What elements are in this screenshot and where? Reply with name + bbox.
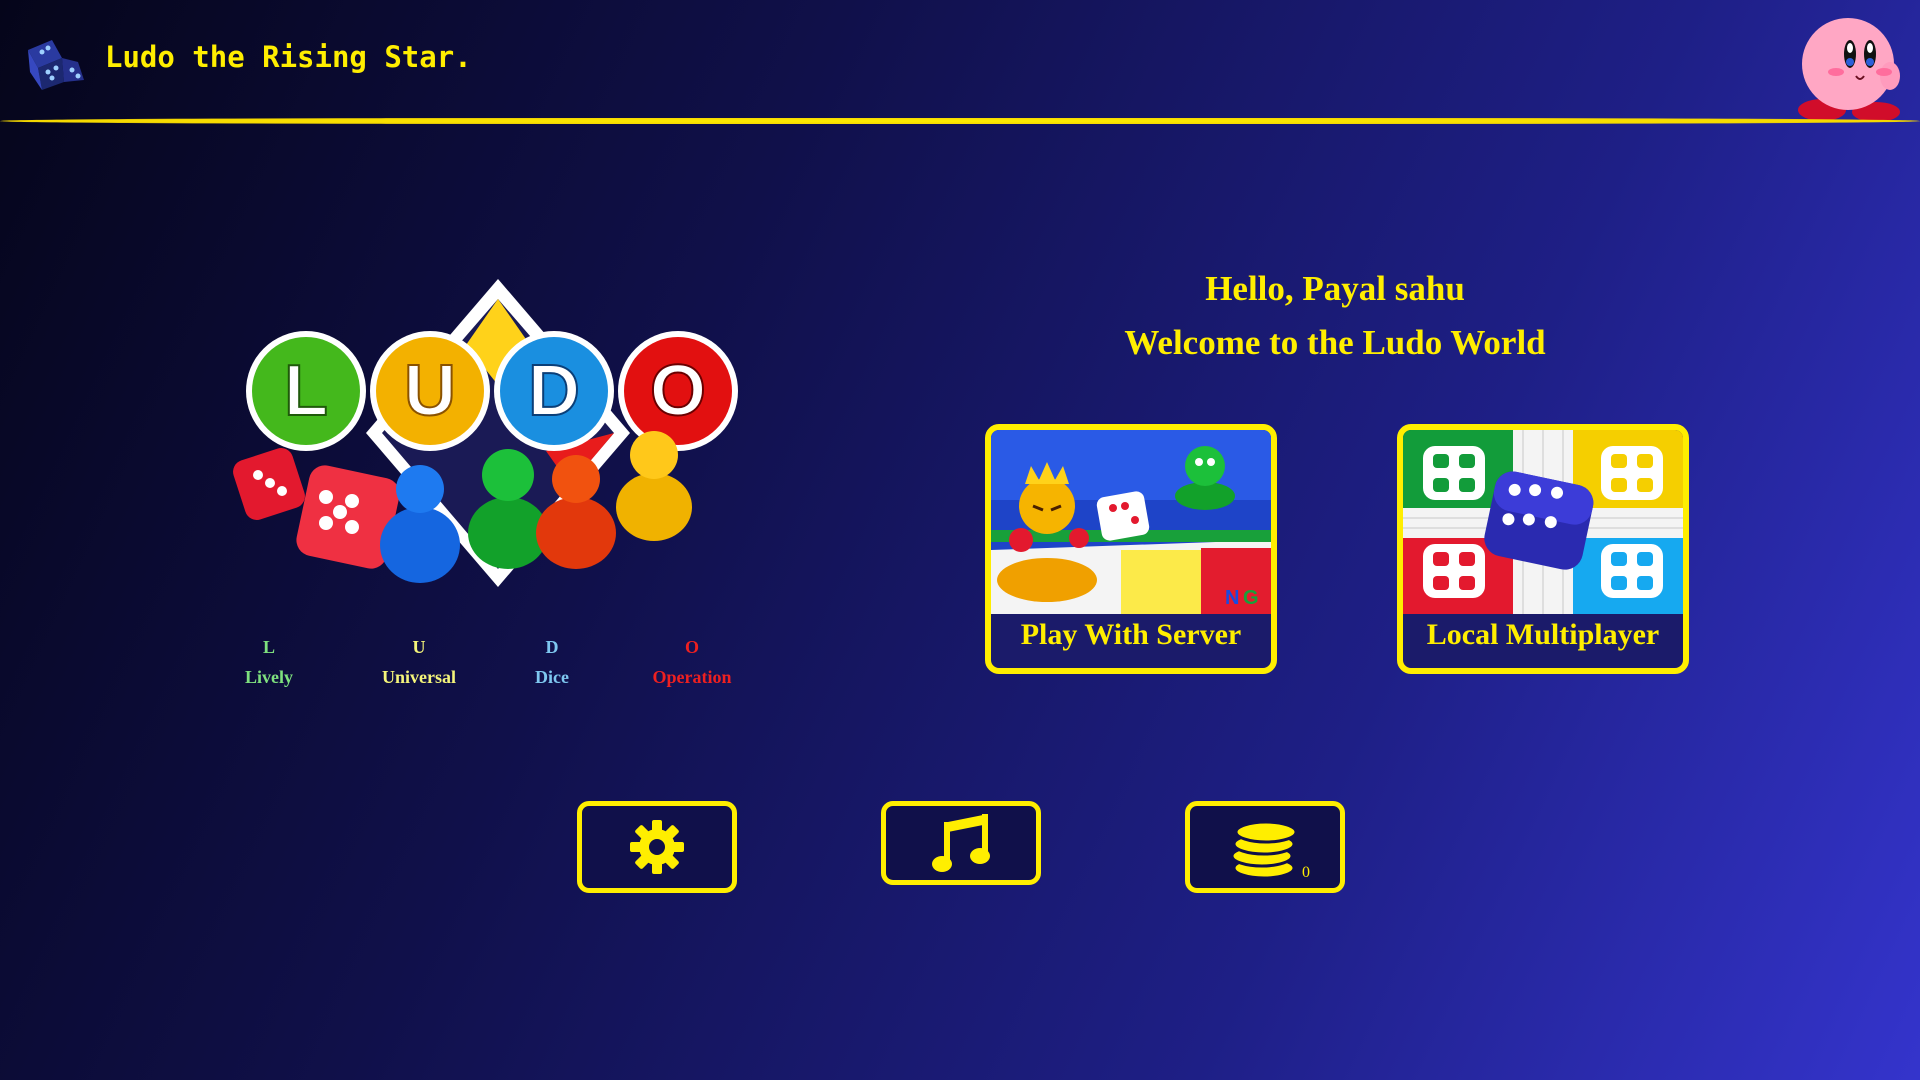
music-note-icon (932, 814, 990, 872)
logo-red-dice (233, 448, 400, 569)
mode-label: Play With Server (1020, 618, 1242, 651)
hello-text: Hello, Payal sahu (1205, 269, 1465, 308)
logo-letter-l: L (246, 331, 366, 451)
dice-icon (28, 40, 84, 90)
svg-text:N: N (1225, 587, 1239, 609)
ludo-board-art (1403, 430, 1683, 614)
coins-icon (1230, 820, 1298, 880)
legend-u: U Universal (364, 632, 474, 692)
legend-letter: U (412, 637, 426, 657)
local-multiplayer-button[interactable]: Local Multiplayer (1397, 424, 1689, 674)
logo-letter-d: D (494, 331, 614, 451)
settings-button[interactable] (577, 801, 737, 893)
header: Ludo the Rising Star. (0, 0, 1920, 126)
svg-text:O: O (650, 351, 706, 431)
app-title: Ludo the Rising Star. (105, 40, 472, 74)
server-game-art: N G (991, 430, 1271, 614)
legend-letter: O (684, 637, 699, 657)
legend-word: Lively (245, 667, 293, 687)
music-button[interactable] (881, 801, 1041, 885)
gear-icon (630, 820, 684, 874)
legend-o: O Operation (640, 632, 744, 692)
kirby-avatar-icon[interactable] (1792, 14, 1904, 122)
svg-text:L: L (284, 351, 328, 431)
coin-count: 0 (1302, 864, 1310, 881)
mode-label: Local Multiplayer (1426, 618, 1660, 651)
svg-text:G: G (1243, 587, 1259, 609)
legend-word: Operation (652, 667, 732, 687)
svg-text:U: U (404, 351, 456, 431)
play-with-server-button[interactable]: N G Play With Server (985, 424, 1277, 674)
svg-text:D: D (528, 351, 580, 431)
legend-d: D Dice (522, 632, 582, 692)
legend-letter: L (262, 637, 275, 657)
ludo-logo: L U D O (233, 279, 738, 587)
logo-letter-o: O (618, 331, 738, 451)
legend-word: Universal (382, 667, 456, 687)
legend-word: Dice (535, 667, 569, 687)
legend-letter: D (545, 637, 559, 657)
welcome-text: Welcome to the Ludo World (1124, 323, 1546, 362)
greeting: Hello, Payal sahu Welcome to the Ludo Wo… (1000, 262, 1670, 370)
logo-letter-u: U (370, 331, 490, 451)
legend-l: L Lively (244, 632, 294, 692)
header-divider (0, 118, 1920, 124)
coins-button[interactable]: 0 (1185, 801, 1345, 893)
